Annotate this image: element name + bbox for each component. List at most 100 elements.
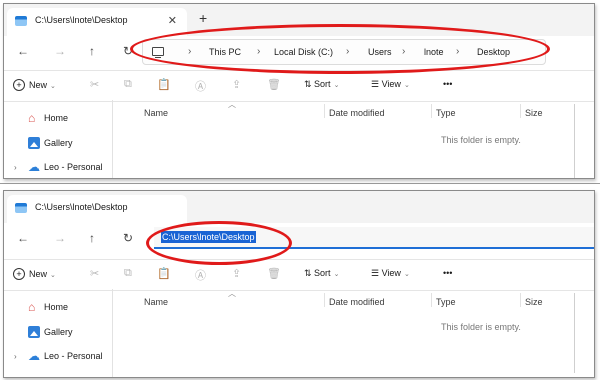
plus-icon: + — [13, 268, 25, 280]
column-header-name[interactable]: Name — [144, 108, 168, 118]
cloud-icon: ☁ — [28, 160, 40, 174]
column-divider[interactable] — [324, 104, 325, 118]
sidebar-item-home[interactable]: ⌂ Home — [4, 110, 104, 128]
back-arrow-icon[interactable]: ← — [17, 45, 29, 57]
column-header-date-modified[interactable]: Date modified — [329, 297, 385, 307]
sidebar-item-gallery[interactable]: Gallery — [4, 135, 104, 153]
delete-icon[interactable]: 🗑 — [267, 78, 281, 91]
folder-window-icon — [15, 203, 27, 213]
up-arrow-icon[interactable]: ↑ — [89, 232, 95, 244]
column-divider[interactable] — [520, 293, 521, 307]
view-icon: ☰ — [371, 268, 382, 278]
sort-icon: ⇅ — [304, 79, 315, 89]
breadcrumb-this-pc[interactable]: This PC — [209, 47, 241, 57]
new-label: New — [29, 269, 48, 279]
column-divider[interactable] — [520, 104, 521, 118]
new-tab-button[interactable]: + — [199, 11, 207, 25]
rename-icon[interactable]: Ⓐ — [195, 267, 206, 283]
breadcrumb-separator[interactable]: › — [257, 46, 260, 57]
refresh-icon[interactable]: ↻ — [123, 232, 133, 244]
rename-icon[interactable]: Ⓐ — [195, 78, 206, 94]
gallery-icon — [28, 326, 40, 338]
new-label: New — [29, 80, 48, 90]
copy-icon[interactable]: ⧉ — [124, 78, 132, 91]
title-bar: C:\Users\lnote\Desktop ✕ + — [4, 4, 594, 36]
close-tab-icon[interactable]: ✕ — [168, 14, 177, 27]
sidebar-item-onedrive[interactable]: › ☁ Leo - Personal — [4, 159, 104, 177]
view-button[interactable]: ☰ View ⌄ — [371, 79, 410, 90]
pane-divider[interactable] — [112, 100, 113, 178]
forward-arrow-icon[interactable]: → — [54, 45, 66, 57]
address-bar-text-input[interactable]: C:\Users\lnote\Desktop — [154, 227, 594, 249]
column-divider[interactable] — [324, 293, 325, 307]
pane-divider[interactable] — [112, 289, 113, 377]
sort-button[interactable]: ⇅ Sort ⌄ — [304, 268, 339, 279]
sidebar-item-gallery[interactable]: Gallery — [4, 324, 104, 342]
paste-icon[interactable]: 📋 — [157, 267, 171, 280]
back-arrow-icon[interactable]: ← — [17, 232, 29, 244]
navigation-row: ← → ↑ ↻ › This PC › Local Disk (C:) › Us… — [4, 36, 594, 68]
more-options-button[interactable]: ••• — [443, 79, 452, 89]
address-text-selected[interactable]: C:\Users\lnote\Desktop — [161, 231, 256, 243]
column-header-date-modified[interactable]: Date modified — [329, 108, 385, 118]
view-button[interactable]: ☰ View ⌄ — [371, 268, 410, 279]
explorer-tab[interactable]: C:\Users\lnote\Desktop — [7, 195, 187, 223]
breadcrumb-separator[interactable]: › — [456, 46, 459, 57]
vertical-scrollbar[interactable] — [574, 293, 575, 373]
column-header-size[interactable]: Size — [525, 108, 543, 118]
folder-window-icon — [15, 16, 27, 26]
chevron-down-icon: ⌄ — [403, 271, 410, 278]
share-icon[interactable]: ⇪ — [232, 78, 241, 91]
gallery-icon — [28, 137, 40, 149]
sidebar-item-onedrive[interactable]: › ☁ Leo - Personal — [4, 348, 104, 366]
tab-title: C:\Users\lnote\Desktop — [35, 202, 128, 212]
explorer-tab[interactable]: C:\Users\lnote\Desktop ✕ — [7, 8, 187, 36]
new-button[interactable]: + New ⌄ — [13, 268, 56, 280]
column-header-type[interactable]: Type — [436, 108, 456, 118]
share-icon[interactable]: ⇪ — [232, 267, 241, 280]
column-header-size[interactable]: Size — [525, 297, 543, 307]
expand-chevron-icon[interactable]: › — [14, 163, 17, 172]
cut-icon[interactable]: ✂ — [90, 267, 99, 280]
navigation-row: ← → ↑ ↻ C:\Users\lnote\Desktop — [4, 223, 594, 255]
chevron-down-icon: ⌄ — [333, 82, 340, 89]
forward-arrow-icon[interactable]: → — [54, 232, 66, 244]
up-arrow-icon[interactable]: ↑ — [89, 45, 95, 57]
empty-folder-message: This folder is empty. — [441, 135, 521, 145]
breadcrumb-users[interactable]: Users — [368, 47, 392, 57]
breadcrumb-user-folder[interactable]: lnote — [424, 47, 444, 57]
sidebar-item-label: Leo - Personal — [44, 351, 103, 361]
chevron-down-icon: ⌄ — [50, 272, 56, 279]
delete-icon[interactable]: 🗑 — [267, 267, 281, 280]
plus-icon: + — [13, 79, 25, 91]
breadcrumb-separator[interactable]: › — [402, 46, 405, 57]
breadcrumb-separator[interactable]: › — [346, 46, 349, 57]
column-divider[interactable] — [431, 293, 432, 307]
command-bar: + New ⌄ ✂ ⧉ 📋 Ⓐ ⇪ 🗑 ⇅ Sort ⌄ ☰ View ⌄ ••• — [4, 259, 594, 291]
sidebar-item-label: Home — [44, 302, 69, 312]
sidebar-item-label: Home — [44, 113, 69, 123]
command-bar: + New ⌄ ✂ ⧉ 📋 Ⓐ ⇪ 🗑 ⇅ Sort ⌄ ☰ View ⌄ ••• — [4, 70, 594, 102]
this-pc-icon — [152, 47, 164, 59]
cut-icon[interactable]: ✂ — [90, 78, 99, 91]
column-header-type[interactable]: Type — [436, 297, 456, 307]
screenshot-divider — [0, 183, 600, 184]
column-header-name[interactable]: Name — [144, 297, 168, 307]
sidebar-item-home[interactable]: ⌂ Home — [4, 299, 104, 317]
more-options-button[interactable]: ••• — [443, 268, 452, 278]
paste-icon[interactable]: 📋 — [157, 78, 171, 91]
home-icon: ⌂ — [28, 111, 36, 125]
sort-button[interactable]: ⇅ Sort ⌄ — [304, 79, 339, 90]
breadcrumb-separator[interactable]: › — [188, 46, 191, 57]
new-button[interactable]: + New ⌄ — [13, 79, 56, 91]
explorer-window-address-edit-view: C:\Users\lnote\Desktop ← → ↑ ↻ C:\Users\… — [3, 190, 595, 378]
breadcrumb-local-disk[interactable]: Local Disk (C:) — [274, 47, 333, 57]
expand-chevron-icon[interactable]: › — [14, 352, 17, 361]
empty-folder-message: This folder is empty. — [441, 322, 521, 332]
refresh-icon[interactable]: ↻ — [123, 45, 133, 57]
copy-icon[interactable]: ⧉ — [124, 267, 132, 280]
address-bar-breadcrumb[interactable]: › This PC › Local Disk (C:) › Users › ln… — [142, 39, 546, 65]
breadcrumb-desktop[interactable]: Desktop — [477, 47, 510, 57]
vertical-scrollbar[interactable] — [574, 104, 575, 178]
column-divider[interactable] — [431, 104, 432, 118]
